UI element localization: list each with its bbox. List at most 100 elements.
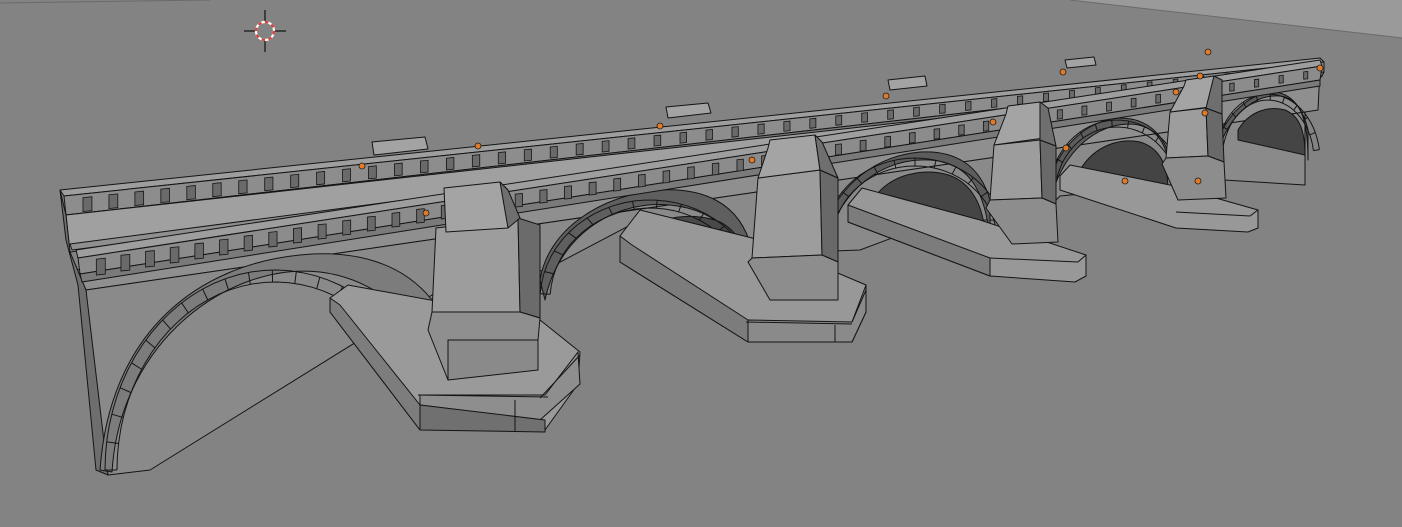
baluster xyxy=(416,208,425,224)
baluster xyxy=(420,159,429,174)
baluster xyxy=(1229,82,1235,92)
baluster xyxy=(958,124,965,136)
baluster xyxy=(1155,93,1161,104)
3d-cursor-icon[interactable] xyxy=(244,10,286,52)
ground-horizon xyxy=(0,0,1402,39)
baluster xyxy=(627,137,636,150)
baluster xyxy=(108,193,119,209)
baluster xyxy=(991,98,998,108)
baluster xyxy=(861,112,868,123)
object-origin-dot[interactable] xyxy=(1059,68,1067,76)
voussoir xyxy=(1313,149,1320,152)
baluster xyxy=(887,109,894,120)
baluster xyxy=(711,162,720,176)
baluster xyxy=(835,114,843,126)
baluster xyxy=(194,242,204,260)
baluster xyxy=(1043,92,1049,102)
baluster xyxy=(679,131,687,144)
baluster xyxy=(549,145,558,159)
voussoir xyxy=(656,200,658,209)
baluster xyxy=(145,250,155,268)
baluster xyxy=(238,179,248,195)
baluster xyxy=(1056,109,1063,120)
baluster xyxy=(539,189,548,204)
baluster xyxy=(736,158,744,172)
object-origin-dot[interactable] xyxy=(422,209,430,217)
object-origin-dot[interactable] xyxy=(358,162,366,170)
baluster xyxy=(342,168,351,183)
baluster xyxy=(95,257,106,276)
baluster xyxy=(1254,78,1260,88)
object-origin-dot[interactable] xyxy=(1062,144,1070,152)
baluster xyxy=(982,120,990,132)
baluster xyxy=(120,253,131,272)
baluster xyxy=(169,246,180,264)
baluster xyxy=(82,196,93,212)
baluster xyxy=(523,148,532,162)
baluster xyxy=(575,143,584,156)
baluster xyxy=(705,129,713,141)
baluster xyxy=(1130,97,1137,108)
baluster xyxy=(653,134,662,147)
object-origin-dot[interactable] xyxy=(656,122,664,130)
3d-viewport[interactable] xyxy=(0,0,1402,527)
object-origin-dot[interactable] xyxy=(989,118,997,126)
object-origin-dot[interactable] xyxy=(748,156,756,164)
baluster xyxy=(757,123,765,135)
object-origin-dot[interactable] xyxy=(1196,72,1204,80)
baluster xyxy=(317,223,327,240)
baluster xyxy=(445,157,455,171)
baluster xyxy=(933,128,941,140)
baluster xyxy=(394,162,403,177)
object-origin-dot[interactable] xyxy=(1204,48,1212,56)
object-origin-dot[interactable] xyxy=(1121,177,1129,185)
baluster xyxy=(601,140,610,153)
baluster xyxy=(1303,71,1309,80)
object-origin-dot[interactable] xyxy=(882,92,890,100)
baluster xyxy=(783,120,791,132)
baluster xyxy=(913,106,920,117)
object-origin-dot[interactable] xyxy=(1194,177,1202,185)
baluster xyxy=(186,185,196,201)
baluster xyxy=(471,154,481,168)
baluster xyxy=(909,132,916,144)
baluster xyxy=(290,173,300,189)
baluster xyxy=(731,126,739,138)
baluster xyxy=(965,100,972,111)
baluster xyxy=(564,185,572,200)
bridge-model[interactable] xyxy=(0,0,1402,527)
baluster xyxy=(212,182,222,198)
baluster xyxy=(859,139,867,152)
baluster xyxy=(613,177,622,192)
baluster xyxy=(1081,105,1088,116)
baluster xyxy=(687,166,695,180)
baluster xyxy=(316,171,326,186)
baluster xyxy=(1017,95,1024,105)
baluster xyxy=(662,170,671,184)
baluster xyxy=(268,231,278,248)
baluster xyxy=(884,135,891,148)
baluster xyxy=(809,117,817,129)
baluster xyxy=(588,181,597,196)
baluster xyxy=(939,103,946,114)
object-origin-dot[interactable] xyxy=(1316,64,1324,72)
baluster xyxy=(1278,74,1284,84)
baluster xyxy=(366,215,376,232)
baluster xyxy=(497,151,507,165)
baluster xyxy=(243,234,253,252)
baluster xyxy=(160,187,170,204)
object-origin-dot[interactable] xyxy=(1201,109,1209,117)
baluster xyxy=(293,227,302,244)
object-origin-dot[interactable] xyxy=(474,142,482,150)
baluster xyxy=(342,219,352,236)
baluster xyxy=(134,190,145,207)
baluster xyxy=(368,165,377,180)
baluster xyxy=(514,192,523,208)
baluster xyxy=(835,143,842,156)
voussoir xyxy=(1309,132,1316,136)
baluster xyxy=(219,238,229,256)
baluster xyxy=(1106,101,1112,112)
object-origin-dot[interactable] xyxy=(1172,88,1180,96)
baluster xyxy=(391,212,401,228)
baluster xyxy=(264,176,274,192)
